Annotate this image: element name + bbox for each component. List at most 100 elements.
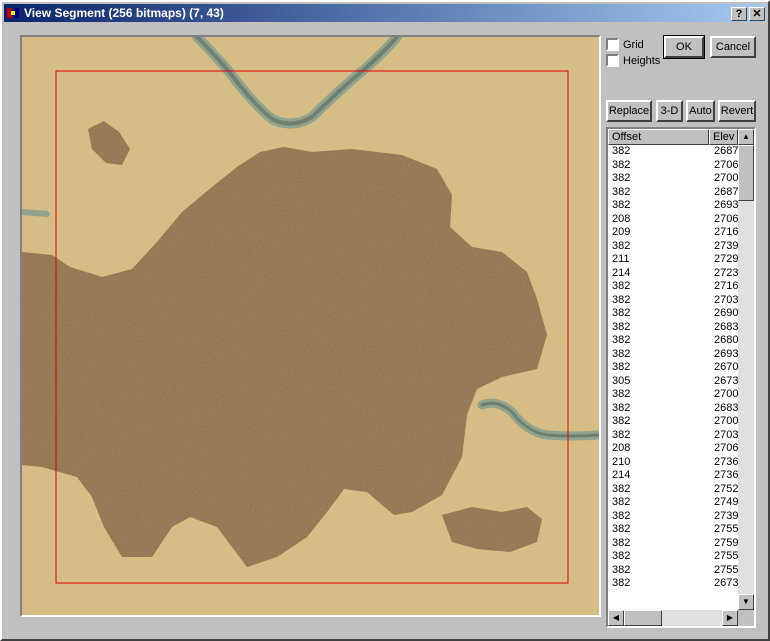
- vertical-scroll-thumb[interactable]: [738, 145, 754, 201]
- elev-cell: 2706: [714, 158, 739, 171]
- elev-cell: 2716: [714, 280, 739, 292]
- arrow-down-icon[interactable]: ▼: [738, 594, 754, 610]
- list-item[interactable]: 382 2706: [608, 159, 738, 173]
- grid-check-box[interactable]: [606, 38, 619, 51]
- list-item[interactable]: 382 2739: [608, 510, 738, 524]
- list-item[interactable]: 382 2687: [608, 145, 738, 159]
- offset-cell: 382: [612, 293, 631, 306]
- elev-cell: 2687: [714, 145, 739, 157]
- elev-cell: 2673: [714, 374, 739, 387]
- offset-cell: 382: [612, 550, 631, 562]
- close-button[interactable]: ✕: [749, 7, 765, 21]
- elev-cell: 2687: [714, 185, 739, 198]
- offset-cell: 382: [612, 496, 631, 508]
- list-item[interactable]: 208 2706: [608, 442, 738, 456]
- elev-cell: 2703: [714, 428, 739, 441]
- list-item[interactable]: 382 2673: [608, 577, 738, 591]
- list-item[interactable]: 210 2736: [608, 456, 738, 470]
- column-header-offset[interactable]: Offset: [608, 129, 709, 145]
- offset-cell: 382: [612, 415, 631, 427]
- heights-check-box[interactable]: [606, 54, 619, 67]
- offset-cell: 382: [612, 158, 631, 171]
- list-item[interactable]: 214 2736: [608, 469, 738, 483]
- elev-cell: 2670: [714, 361, 739, 373]
- list-item[interactable]: 382 2700: [608, 415, 738, 429]
- list-item[interactable]: 382 2700: [608, 172, 738, 186]
- offset-cell: 382: [612, 388, 631, 400]
- list-item[interactable]: 382 2716: [608, 280, 738, 294]
- offset-cell: 211: [612, 253, 630, 265]
- elev-cell: 2736: [714, 455, 739, 468]
- offset-cell: 382: [612, 172, 631, 184]
- list-item[interactable]: 382 2755: [608, 564, 738, 578]
- list-item[interactable]: 382 2755: [608, 550, 738, 564]
- elev-cell: 2723: [714, 266, 739, 279]
- list-item[interactable]: 211 2729: [608, 253, 738, 267]
- list-item[interactable]: 305 2673: [608, 375, 738, 389]
- list-item[interactable]: 382 2683: [608, 321, 738, 335]
- revert-button[interactable]: Revert: [718, 100, 756, 122]
- list-item[interactable]: 382 2693: [608, 348, 738, 362]
- list-item[interactable]: 382 2739: [608, 240, 738, 254]
- arrow-right-icon[interactable]: ▶: [722, 610, 738, 626]
- help-button[interactable]: ?: [731, 7, 747, 21]
- list-rows: 382 2687 382 2706 382 2700 382 2687 382 2693 208 27…: [608, 145, 738, 591]
- vertical-scrollbar[interactable]: ▲ ▼: [738, 129, 754, 610]
- elev-cell: 2690: [714, 307, 739, 319]
- offset-cell: 382: [612, 145, 631, 157]
- offset-cell: 382: [612, 320, 631, 333]
- elev-cell: 2700: [714, 388, 739, 400]
- list-item[interactable]: 382 2700: [608, 388, 738, 402]
- view-segment-dialog: View Segment (256 bitmaps) (7, 43) ? ✕ G…: [0, 0, 770, 641]
- list-item[interactable]: 382 2690: [608, 307, 738, 321]
- list-item[interactable]: 382 2703: [608, 294, 738, 308]
- auto-button[interactable]: Auto: [686, 100, 715, 122]
- list-item[interactable]: 382 2680: [608, 334, 738, 348]
- list-item[interactable]: 214 2723: [608, 267, 738, 281]
- grid-checkbox[interactable]: Grid: [606, 38, 644, 52]
- heights-checkbox[interactable]: Heights: [606, 54, 660, 68]
- offset-cell: 382: [612, 536, 631, 549]
- elev-cell: 2683: [714, 401, 739, 414]
- list-item[interactable]: 382 2749: [608, 496, 738, 510]
- cancel-button[interactable]: Cancel: [710, 36, 756, 58]
- offset-elevation-list[interactable]: Offset Elev 382 2687 382 2706 382 2700 382 2687…: [606, 127, 756, 628]
- title-bar[interactable]: View Segment (256 bitmaps) (7, 43) ? ✕: [4, 4, 766, 22]
- column-header-elev[interactable]: Elev: [709, 129, 738, 145]
- segment-map-view[interactable]: [20, 35, 601, 617]
- offset-cell: 210: [612, 455, 631, 468]
- elev-cell: 2736: [714, 469, 739, 481]
- offset-cell: 209: [612, 226, 631, 238]
- offset-cell: 382: [612, 523, 631, 535]
- elev-cell: 2700: [714, 172, 739, 184]
- list-item[interactable]: 382 2687: [608, 186, 738, 200]
- offset-cell: 382: [612, 239, 631, 252]
- elev-cell: 2706: [714, 442, 739, 454]
- ok-button[interactable]: OK: [663, 35, 705, 59]
- list-item[interactable]: 382 2759: [608, 537, 738, 551]
- list-item[interactable]: 382 2693: [608, 199, 738, 213]
- offset-cell: 305: [612, 374, 631, 387]
- offset-cell: 382: [612, 428, 631, 441]
- elev-cell: 2693: [714, 347, 739, 360]
- list-item[interactable]: 382 2703: [608, 429, 738, 443]
- elev-cell: 2729: [714, 253, 739, 265]
- horizontal-scroll-thumb[interactable]: [624, 610, 662, 626]
- list-item[interactable]: 382 2755: [608, 523, 738, 537]
- list-item[interactable]: 382 2752: [608, 483, 738, 497]
- elev-cell: 2673: [714, 577, 739, 589]
- offset-cell: 208: [612, 442, 631, 454]
- list-item[interactable]: 208 2706: [608, 213, 738, 227]
- replace-button[interactable]: Replace: [606, 100, 652, 122]
- elev-cell: 2749: [714, 496, 739, 508]
- arrow-left-icon[interactable]: ◀: [608, 610, 624, 626]
- horizontal-scrollbar[interactable]: ◀ ▶: [608, 610, 738, 626]
- elev-cell: 2755: [714, 550, 739, 562]
- list-item[interactable]: 382 2683: [608, 402, 738, 416]
- list-item[interactable]: 382 2670: [608, 361, 738, 375]
- offset-cell: 382: [612, 280, 631, 292]
- list-item[interactable]: 209 2716: [608, 226, 738, 240]
- terrain-bitmap: [22, 37, 599, 615]
- arrow-up-icon[interactable]: ▲: [738, 129, 754, 145]
- three-d-button[interactable]: 3-D: [656, 100, 683, 122]
